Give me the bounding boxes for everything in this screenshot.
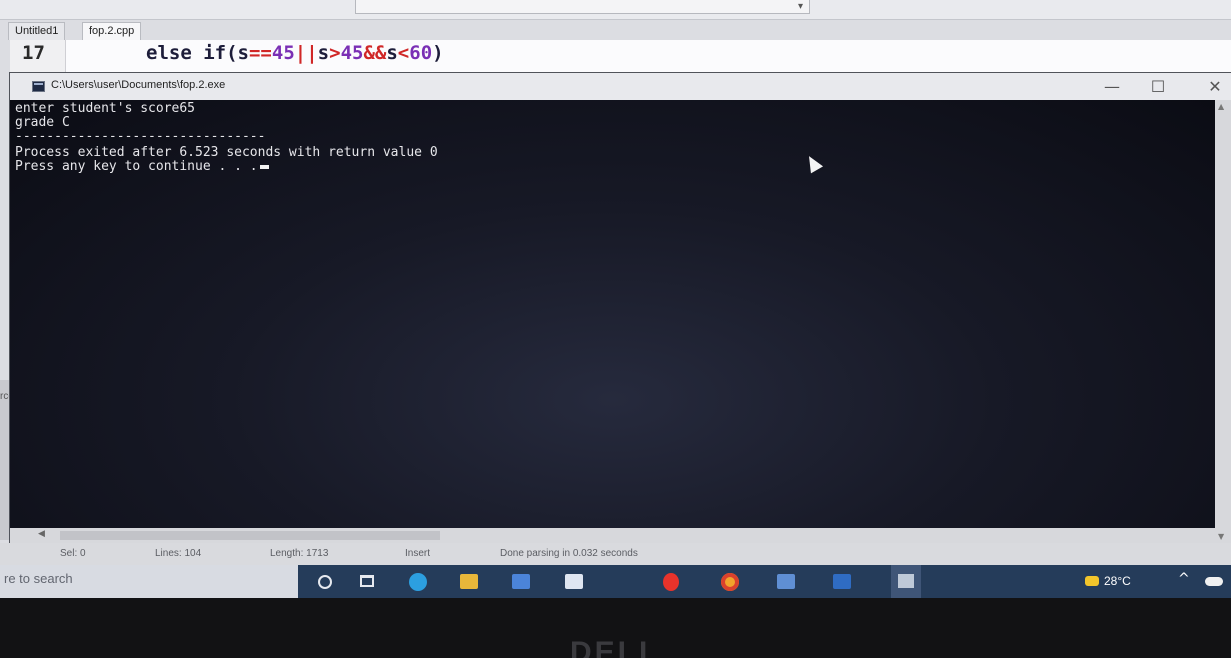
ide-combo-box[interactable]: ▾ <box>355 0 810 14</box>
code-number: 60 <box>409 42 433 64</box>
scroll-down-icon[interactable]: ▼ <box>1218 532 1224 541</box>
code-paren-open: ( <box>226 42 238 64</box>
file-explorer-icon[interactable] <box>460 574 478 589</box>
store-icon[interactable] <box>512 574 530 589</box>
line-gutter: 17 <box>10 40 66 72</box>
code-paren-close: ) <box>432 42 444 64</box>
console-line: Process exited after 6.523 seconds with … <box>15 145 438 160</box>
horizontal-scroll-thumb[interactable] <box>60 531 440 540</box>
horizontal-scrollbar[interactable]: ◀ <box>10 528 1215 543</box>
console-line: grade C <box>15 115 70 130</box>
mail-icon[interactable] <box>565 574 583 589</box>
console-output[interactable]: enter student's score65 grade C --------… <box>10 100 1215 528</box>
close-button[interactable]: ✕ <box>1195 76 1231 98</box>
console-app-icon <box>32 81 45 92</box>
app-icon[interactable] <box>777 574 795 589</box>
code-var: s <box>386 42 398 64</box>
chrome-icon[interactable] <box>721 573 739 591</box>
opera-icon[interactable] <box>663 573 679 591</box>
vertical-scrollbar[interactable]: ▲ ▼ <box>1215 100 1231 543</box>
console-line: enter student's score65 <box>15 101 196 116</box>
tab-untitled1[interactable]: Untitled1 <box>8 22 66 40</box>
cortana-icon[interactable] <box>318 575 332 589</box>
code-operator: == <box>248 42 272 64</box>
code-operator: || <box>294 42 318 64</box>
status-selection: Sel: 0 <box>60 548 86 559</box>
ide-toolbar: ▾ <box>0 0 1231 20</box>
tray-chevron-up-icon[interactable]: ^ <box>1178 571 1190 587</box>
status-lines: Lines: 104 <box>155 548 202 559</box>
maximize-button[interactable]: ☐ <box>1138 76 1178 98</box>
console-line-prompt: Press any key to continue . . . <box>15 159 269 174</box>
onedrive-cloud-icon[interactable] <box>1205 577 1223 586</box>
code-number: 45 <box>271 42 295 64</box>
side-panel-strip[interactable] <box>0 380 10 540</box>
console-window[interactable]: C:\Users\user\Documents\fop.2.exe — ☐ ✕ … <box>10 73 1231 543</box>
text-cursor <box>259 164 269 169</box>
code-var: s <box>237 42 249 64</box>
tab-fop-2-cpp[interactable]: fop.2.cpp <box>82 22 142 40</box>
scroll-up-icon[interactable]: ▲ <box>1218 102 1224 111</box>
code-line[interactable]: else if(s==45||s>45&&s<60) <box>146 42 444 64</box>
code-operator: < <box>397 42 410 64</box>
chevron-down-icon[interactable]: ▾ <box>798 1 803 12</box>
console-titlebar[interactable]: C:\Users\user\Documents\fop.2.exe — ☐ ✕ <box>10 73 1231 100</box>
weather-temperature[interactable]: 28°C <box>1104 574 1131 588</box>
code-operator: > <box>329 42 341 64</box>
dell-logo: DELL <box>570 636 661 658</box>
mouse-pointer-icon <box>802 152 824 174</box>
task-view-icon[interactable] <box>360 575 374 587</box>
ide-status-bar: Sel: 0 Lines: 104 Length: 1713 Insert Do… <box>0 543 1231 565</box>
weather-icon[interactable] <box>1085 576 1099 586</box>
code-operator: && <box>363 42 387 64</box>
minimize-button[interactable]: — <box>1092 76 1132 98</box>
status-message: Done parsing in 0.032 seconds <box>500 548 638 559</box>
status-mode: Insert <box>405 548 431 559</box>
word-icon[interactable] <box>833 574 851 589</box>
editor-tabbar: Untitled1 fop.2.cpp <box>0 20 1231 40</box>
edge-icon[interactable] <box>409 573 427 591</box>
console-line: -------------------------------- <box>15 129 266 144</box>
windows-taskbar: re to search 28°C ^ <box>0 565 1231 598</box>
console-prompt-text: Press any key to continue . . . <box>15 159 258 174</box>
active-app-icon[interactable] <box>891 565 921 598</box>
code-keyword: else if <box>146 42 227 64</box>
scroll-left-icon[interactable]: ◀ <box>38 529 45 539</box>
search-placeholder: re to search <box>4 571 73 586</box>
status-length: Length: 1713 <box>270 548 329 559</box>
taskbar-search-box[interactable]: re to search <box>0 565 298 598</box>
code-var: s <box>317 42 330 64</box>
console-title: C:\Users\user\Documents\fop.2.exe <box>51 79 226 91</box>
line-number: 17 <box>22 42 45 64</box>
code-number: 45 <box>340 42 364 64</box>
code-editor[interactable]: 17 else if(s==45||s>45&&s<60) <box>10 40 1231 72</box>
